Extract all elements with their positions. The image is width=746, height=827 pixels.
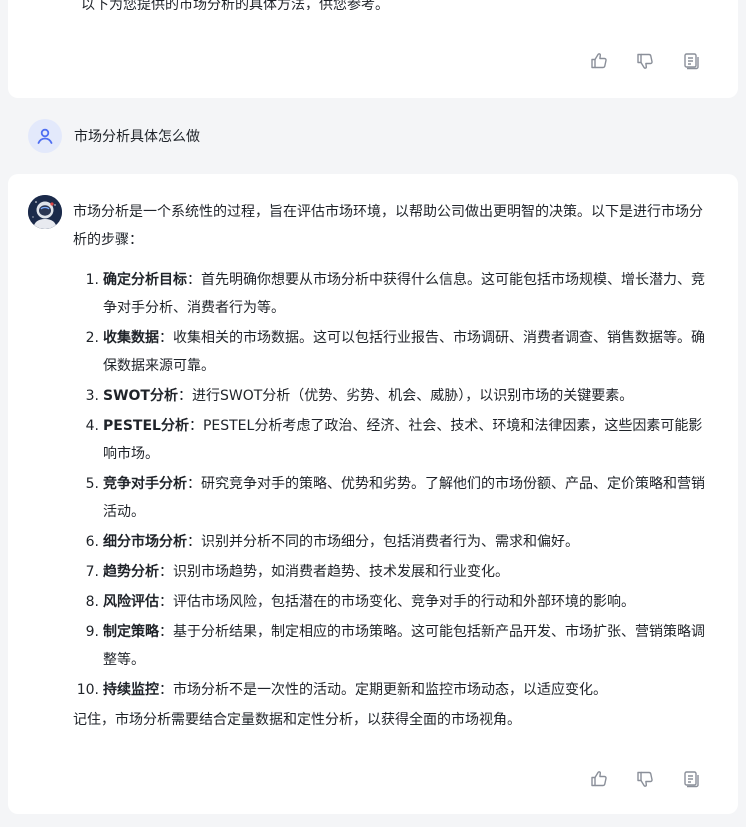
step-item: 6. 细分市场分析：识别并分析不同的市场细分，包括消费者行为、需求和偏好。 <box>73 528 713 556</box>
user-icon <box>37 128 53 144</box>
user-avatar <box>28 119 62 153</box>
step-title: PESTEL分析 <box>103 418 189 434</box>
step-text: ：识别市场趋势，如消费者趋势、技术发展和行业变化。 <box>159 564 509 580</box>
step-item: 2. 收集数据：收集相关的市场数据。这可以包括行业报告、市场调研、消费者调查、销售… <box>73 324 713 380</box>
step-item: 5. 竞争对手分析：研究竞争对手的策略、优势和劣势。了解他们的市场份额、产品、定价… <box>73 470 713 526</box>
step-text: ：PESTEL分析考虑了政治、经济、社会、技术、环境和法律因素，这些因素可能影响… <box>103 418 703 462</box>
step-title: 风险评估 <box>103 594 159 610</box>
copy-icon[interactable] <box>680 50 702 72</box>
step-number: 6. <box>85 534 99 550</box>
thumbs-up-icon[interactable] <box>588 768 610 790</box>
answer-conclusion: 记住，市场分析需要结合定量数据和定性分析，以获得全面的市场视角。 <box>73 712 521 728</box>
thumbs-down-icon[interactable] <box>634 50 656 72</box>
copy-icon[interactable] <box>680 768 702 790</box>
step-number: 5. <box>85 476 99 492</box>
user-question: 市场分析具体怎么做 <box>74 129 200 145</box>
step-item: 10. 持续监控：市场分析不是一次性的活动。定期更新和监控市场动态，以适应变化。 <box>73 676 713 704</box>
step-title: SWOT分析 <box>103 388 178 404</box>
step-title: 确定分析目标 <box>103 272 187 288</box>
step-text: ：进行SWOT分析（优势、劣势、机会、威胁），以识别市场的关键要素。 <box>177 388 634 404</box>
step-number: 1. <box>85 272 99 288</box>
step-title: 细分市场分析 <box>103 534 187 550</box>
step-item: 8. 风险评估：评估市场风险，包括潜在的市场变化、竞争对手的行动和外部环境的影响。 <box>73 588 713 616</box>
step-number: 4. <box>85 418 99 434</box>
step-number: 9. <box>85 624 99 640</box>
step-text: ：识别并分析不同的市场细分，包括消费者行为、需求和偏好。 <box>187 534 579 550</box>
step-number: 2. <box>85 330 99 346</box>
thumbs-down-icon[interactable] <box>634 768 656 790</box>
step-text: ：市场分析不是一次性的活动。定期更新和监控市场动态，以适应变化。 <box>159 682 607 698</box>
step-number: 7. <box>85 564 99 580</box>
step-item: 9. 制定策略：基于分析结果，制定相应的市场策略。这可能包括新产品开发、市场扩张、… <box>73 618 713 674</box>
step-item: 1. 确定分析目标：首先明确你想要从市场分析中获得什么信息。这可能包括市场规模、增… <box>73 266 713 322</box>
step-text: ：评估市场风险，包括潜在的市场变化、竞争对手的行动和外部环境的影响。 <box>159 594 635 610</box>
assistant-answer: 市场分析是一个系统性的过程，旨在评估市场环境，以帮助公司做出更明智的决策。以下是… <box>73 198 713 734</box>
user-message-row: 市场分析具体怎么做 <box>28 119 200 153</box>
thumbs-up-icon[interactable] <box>588 50 610 72</box>
answer-actions <box>588 768 702 790</box>
step-text: ：基于分析结果，制定相应的市场策略。这可能包括新产品开发、市场扩张、营销策略调整… <box>103 624 705 668</box>
step-number: 10. <box>76 682 99 698</box>
step-title: 收集数据 <box>103 330 159 346</box>
step-item: 4. PESTEL分析：PESTEL分析考虑了政治、经济、社会、技术、环境和法律因… <box>73 412 713 468</box>
steps-list: 1. 确定分析目标：首先明确你想要从市场分析中获得什么信息。这可能包括市场规模、增… <box>73 266 713 704</box>
step-number: 8. <box>85 594 99 610</box>
step-title: 持续监控 <box>103 682 159 698</box>
step-title: 制定策略 <box>103 624 159 640</box>
previous-answer-actions <box>588 50 702 72</box>
step-title: 趋势分析 <box>103 564 159 580</box>
astronaut-icon <box>28 195 62 229</box>
assistant-avatar <box>28 195 62 229</box>
step-text: ：研究竞争对手的策略、优势和劣势。了解他们的市场份额、产品、定价策略和营销活动。 <box>103 476 705 520</box>
previous-answer-text: 以下为您提供的市场分析的具体方法，供您参考。 <box>81 0 389 10</box>
step-number: 3. <box>85 388 99 404</box>
step-title: 竞争对手分析 <box>103 476 187 492</box>
answer-intro: 市场分析是一个系统性的过程，旨在评估市场环境，以帮助公司做出更明智的决策。以下是… <box>73 204 703 248</box>
step-text: ：首先明确你想要从市场分析中获得什么信息。这可能包括市场规模、增长潜力、竞争对手… <box>103 272 705 316</box>
step-item: 7. 趋势分析：识别市场趋势，如消费者趋势、技术发展和行业变化。 <box>73 558 713 586</box>
step-item: 3. SWOT分析：进行SWOT分析（优势、劣势、机会、威胁），以识别市场的关键要… <box>73 382 713 410</box>
previous-answer-card: 以下为您提供的市场分析的具体方法，供您参考。 <box>8 0 738 98</box>
step-text: ：收集相关的市场数据。这可以包括行业报告、市场调研、消费者调查、销售数据等。确保… <box>103 330 705 374</box>
